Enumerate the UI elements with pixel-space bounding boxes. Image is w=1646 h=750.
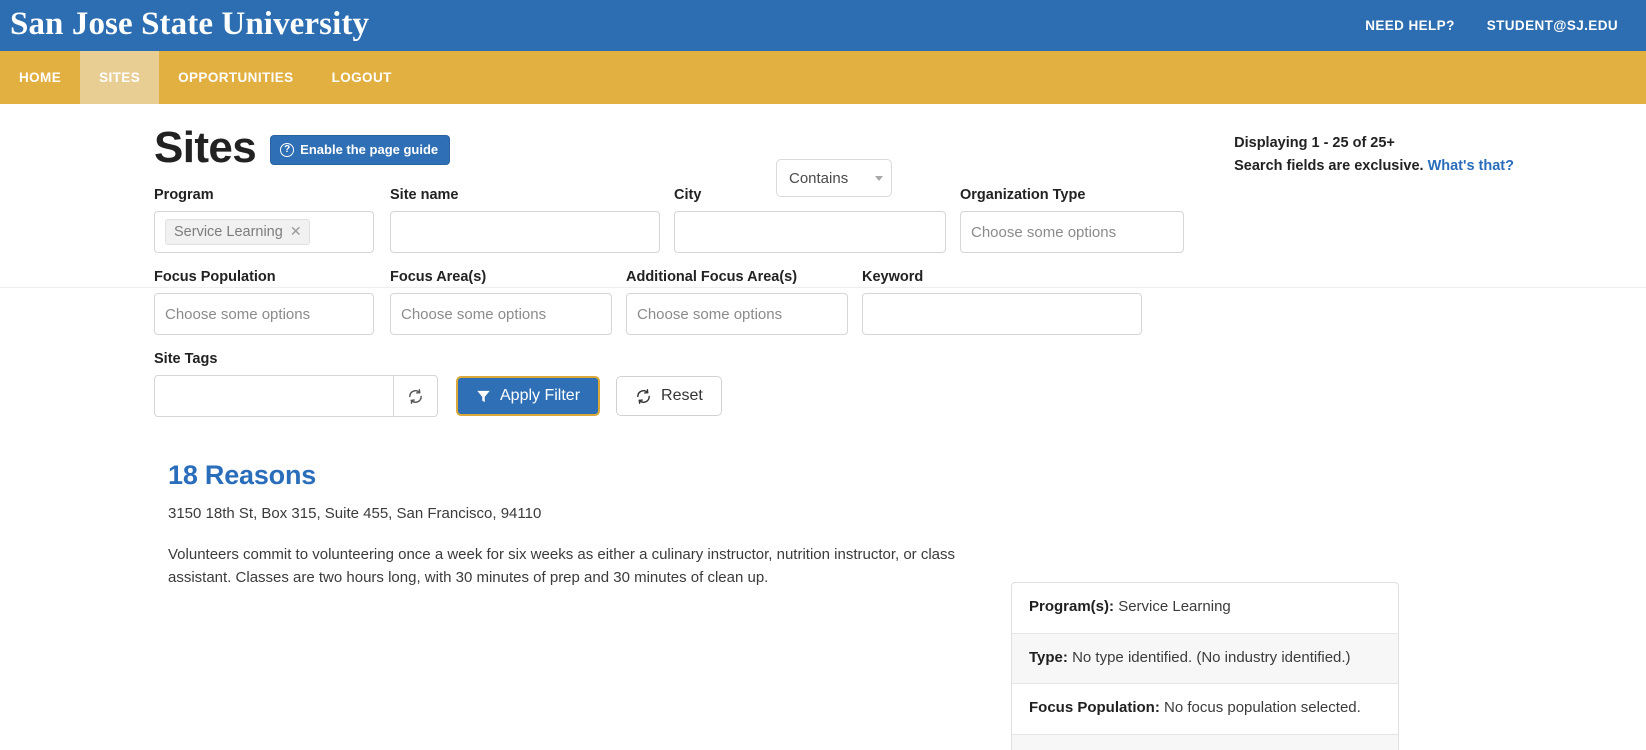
focus-population-input[interactable]: Choose some options (154, 293, 374, 335)
site-description: Volunteers commit to volunteering once a… (168, 543, 973, 590)
nav-item-sites[interactable]: SITES (80, 51, 159, 104)
filter-group-organization-type: Organization Type Choose some options (960, 187, 1196, 253)
filter-funnel-icon (476, 389, 491, 404)
additional-focus-areas-input[interactable]: Choose some options (626, 293, 848, 335)
keyword-label: Keyword (862, 269, 1152, 285)
apply-filter-button[interactable]: Apply Filter (456, 376, 600, 416)
additional-focus-areas-placeholder: Choose some options (637, 306, 782, 323)
filter-row-3: Site Tags (154, 351, 1646, 417)
nav-item-logout[interactable]: LOGOUT (313, 51, 411, 104)
program-chip[interactable]: Service Learning ✕ (165, 219, 310, 245)
enable-page-guide-label: Enable the page guide (300, 142, 438, 157)
organization-type-input[interactable]: Choose some options (960, 211, 1184, 253)
focus-areas-input[interactable]: Choose some options (390, 293, 612, 335)
user-email-link[interactable]: STUDENT@SJ.EDU (1487, 18, 1618, 33)
filter-group-additional-focus-areas: Additional Focus Area(s) Choose some opt… (626, 269, 862, 335)
table-row: Focus Population: No focus population se… (1012, 684, 1398, 735)
program-label: Program (154, 187, 390, 203)
site-details-table: Program(s): Service Learning Type: No ty… (1011, 582, 1399, 750)
site-address: 3150 18th St, Box 315, Suite 455, San Fr… (168, 505, 1646, 522)
need-help-link[interactable]: NEED HELP? (1365, 18, 1455, 33)
page-content: Sites ? Enable the page guide Displaying… (0, 104, 1646, 590)
main-navigation-bar: HOME SITES OPPORTUNITIES LOGOUT (0, 51, 1646, 104)
city-label: City (674, 187, 960, 203)
site-tags-label: Site Tags (154, 351, 438, 367)
organization-type-label: Organization Type (960, 187, 1196, 203)
organization-type-placeholder: Choose some options (971, 224, 1116, 241)
filter-group-program: Program Service Learning ✕ (154, 187, 390, 253)
enable-page-guide-button[interactable]: ? Enable the page guide (270, 135, 450, 165)
detail-label: Type: (1029, 649, 1068, 666)
filter-group-city: City (674, 187, 960, 253)
reset-button[interactable]: Reset (616, 376, 722, 416)
table-row: Type: No type identified. (No industry i… (1012, 634, 1398, 685)
detail-label: Focus Population: (1029, 699, 1160, 716)
focus-areas-label: Focus Area(s) (390, 269, 626, 285)
table-row: Program(s): Service Learning (1012, 583, 1398, 634)
refresh-icon (407, 388, 424, 405)
filter-row-2: Focus Population Choose some options Foc… (154, 269, 1646, 335)
reset-label: Reset (661, 387, 703, 405)
search-result-item: 18 Reasons 3150 18th St, Box 315, Suite … (0, 417, 1646, 590)
detail-value: Service Learning (1118, 598, 1231, 615)
chevron-down-icon (875, 176, 883, 181)
detail-value: No type identified. (No industry identif… (1072, 649, 1350, 666)
top-header-links: NEED HELP? STUDENT@SJ.EDU (1365, 18, 1624, 33)
filter-group-keyword: Keyword (862, 269, 1152, 335)
refresh-icon (635, 388, 652, 405)
focus-population-label: Focus Population (154, 269, 390, 285)
match-mode-value: Contains (789, 170, 848, 187)
site-tags-input[interactable] (154, 375, 394, 417)
close-x-icon[interactable]: ✕ (290, 223, 302, 240)
program-chip-label: Service Learning (174, 224, 283, 240)
site-name-input[interactable] (390, 211, 660, 253)
apply-filter-label: Apply Filter (500, 387, 580, 405)
program-input[interactable]: Service Learning ✕ (154, 211, 374, 253)
page-title: Sites (154, 126, 256, 170)
site-tags-refresh-button[interactable] (394, 375, 438, 417)
displaying-count: Displaying 1 - 25 of 25+ (1234, 132, 1514, 155)
nav-item-home[interactable]: HOME (0, 51, 80, 104)
additional-focus-areas-label: Additional Focus Area(s) (626, 269, 862, 285)
keyword-input[interactable] (862, 293, 1142, 335)
question-circle-icon: ? (280, 143, 294, 157)
detail-label: Program(s): (1029, 598, 1114, 615)
site-name-link[interactable]: 18 Reasons (168, 460, 316, 490)
filter-row-1: Program Service Learning ✕ Site name Con… (154, 187, 1646, 253)
top-header-bar: San Jose State University NEED HELP? STU… (0, 0, 1646, 51)
filter-group-site-name: Site name Contains (390, 187, 674, 253)
filter-group-focus-population: Focus Population Choose some options (154, 269, 390, 335)
site-brand-title: San Jose State University (10, 8, 369, 44)
filter-form: Program Service Learning ✕ Site name Con… (0, 170, 1646, 417)
table-row: Focus Area: Health & Medicine, Food & Ho… (1012, 735, 1398, 750)
site-name-label: Site name (390, 187, 674, 203)
nav-item-opportunities[interactable]: OPPORTUNITIES (159, 51, 312, 104)
city-input[interactable] (674, 211, 946, 253)
focus-population-placeholder: Choose some options (165, 306, 310, 323)
focus-areas-placeholder: Choose some options (401, 306, 546, 323)
detail-value: No focus population selected. (1164, 699, 1361, 716)
filter-group-focus-areas: Focus Area(s) Choose some options (390, 269, 626, 335)
filter-group-site-tags: Site Tags (154, 351, 438, 417)
